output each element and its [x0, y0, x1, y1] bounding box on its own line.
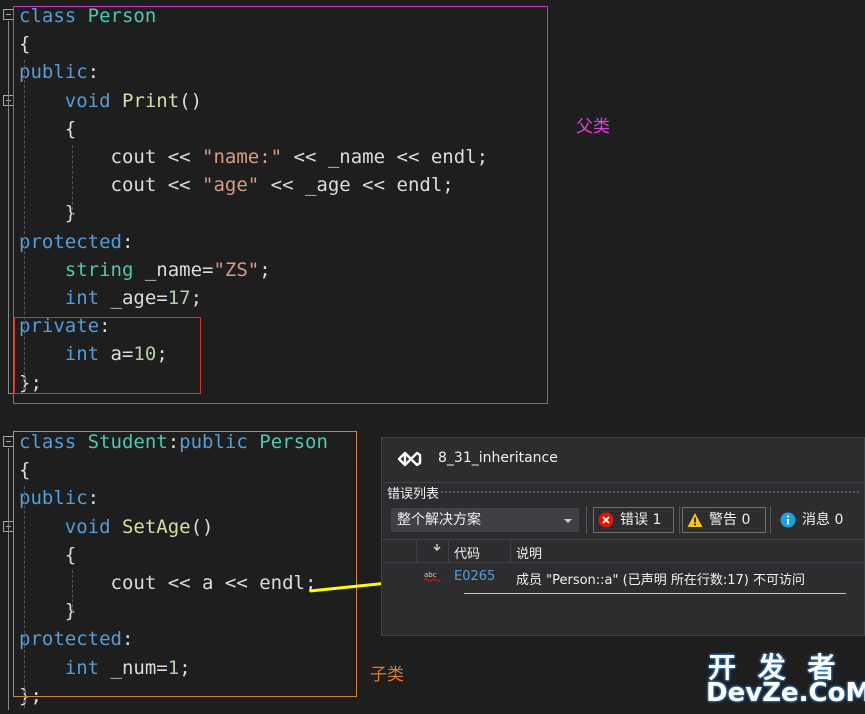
visual-studio-logo-icon [397, 451, 422, 467]
row-underline [464, 593, 846, 594]
project-title: 8_31_inheritance [438, 450, 558, 466]
column-divider [448, 540, 449, 562]
sort-icon[interactable] [432, 543, 442, 553]
info-icon [780, 512, 796, 528]
error-list-window[interactable]: 8_31_inheritance 错误列表 整个解决方案 错误 1 警告 0 消… [381, 437, 865, 636]
error-list-tool-title: 错误列表 [387, 487, 440, 502]
column-divider [510, 540, 511, 562]
private-section-highlight-box [14, 317, 201, 394]
toolbar-grip [440, 490, 860, 494]
toolbar-separator [679, 506, 680, 534]
toolbar-separator [586, 506, 587, 534]
intellisense-abc-icon: abc [424, 571, 441, 582]
warning-icon [687, 513, 703, 527]
devze-watermark: 开 发 者 DevZe.CoM [706, 646, 865, 710]
chevron-down-icon [564, 519, 572, 523]
scope-dropdown[interactable]: 整个解决方案 [391, 508, 579, 532]
warnings-filter-label: 警告 0 [709, 512, 751, 528]
messages-filter-button[interactable]: 消息 0 [775, 507, 859, 533]
svg-text:abc: abc [424, 571, 437, 579]
error-list-titlebar: 8_31_inheritance [382, 438, 864, 483]
messages-filter-label: 消息 0 [802, 512, 844, 528]
error-list-column-header: 代码 说明 [382, 539, 864, 563]
error-row[interactable]: abc E0265 成员 "Person::a" (已声明 所在行数:17) 不… [382, 564, 864, 594]
outline-line [8, 21, 9, 393]
scope-dropdown-value: 整个解决方案 [397, 512, 481, 528]
watermark-bottom-text: DevZe.CoM [706, 678, 865, 708]
error-description: 成员 "Person::a" (已声明 所在行数:17) 不可访问 [516, 573, 805, 588]
errors-filter-button[interactable]: 错误 1 [593, 507, 674, 533]
parent-class-label: 父类 [576, 117, 610, 137]
outline-line [8, 448, 9, 710]
error-icon [598, 512, 614, 528]
description-column-header[interactable]: 说明 [516, 543, 542, 562]
toolbar-separator [770, 506, 771, 534]
column-divider [416, 540, 417, 562]
warnings-filter-button[interactable]: 警告 0 [682, 507, 766, 533]
errors-filter-label: 错误 1 [620, 512, 662, 528]
code-column-header[interactable]: 代码 [454, 543, 480, 562]
error-code[interactable]: E0265 [454, 569, 495, 584]
child-class-label: 子类 [370, 665, 404, 685]
child-class-highlight-box [13, 431, 357, 697]
